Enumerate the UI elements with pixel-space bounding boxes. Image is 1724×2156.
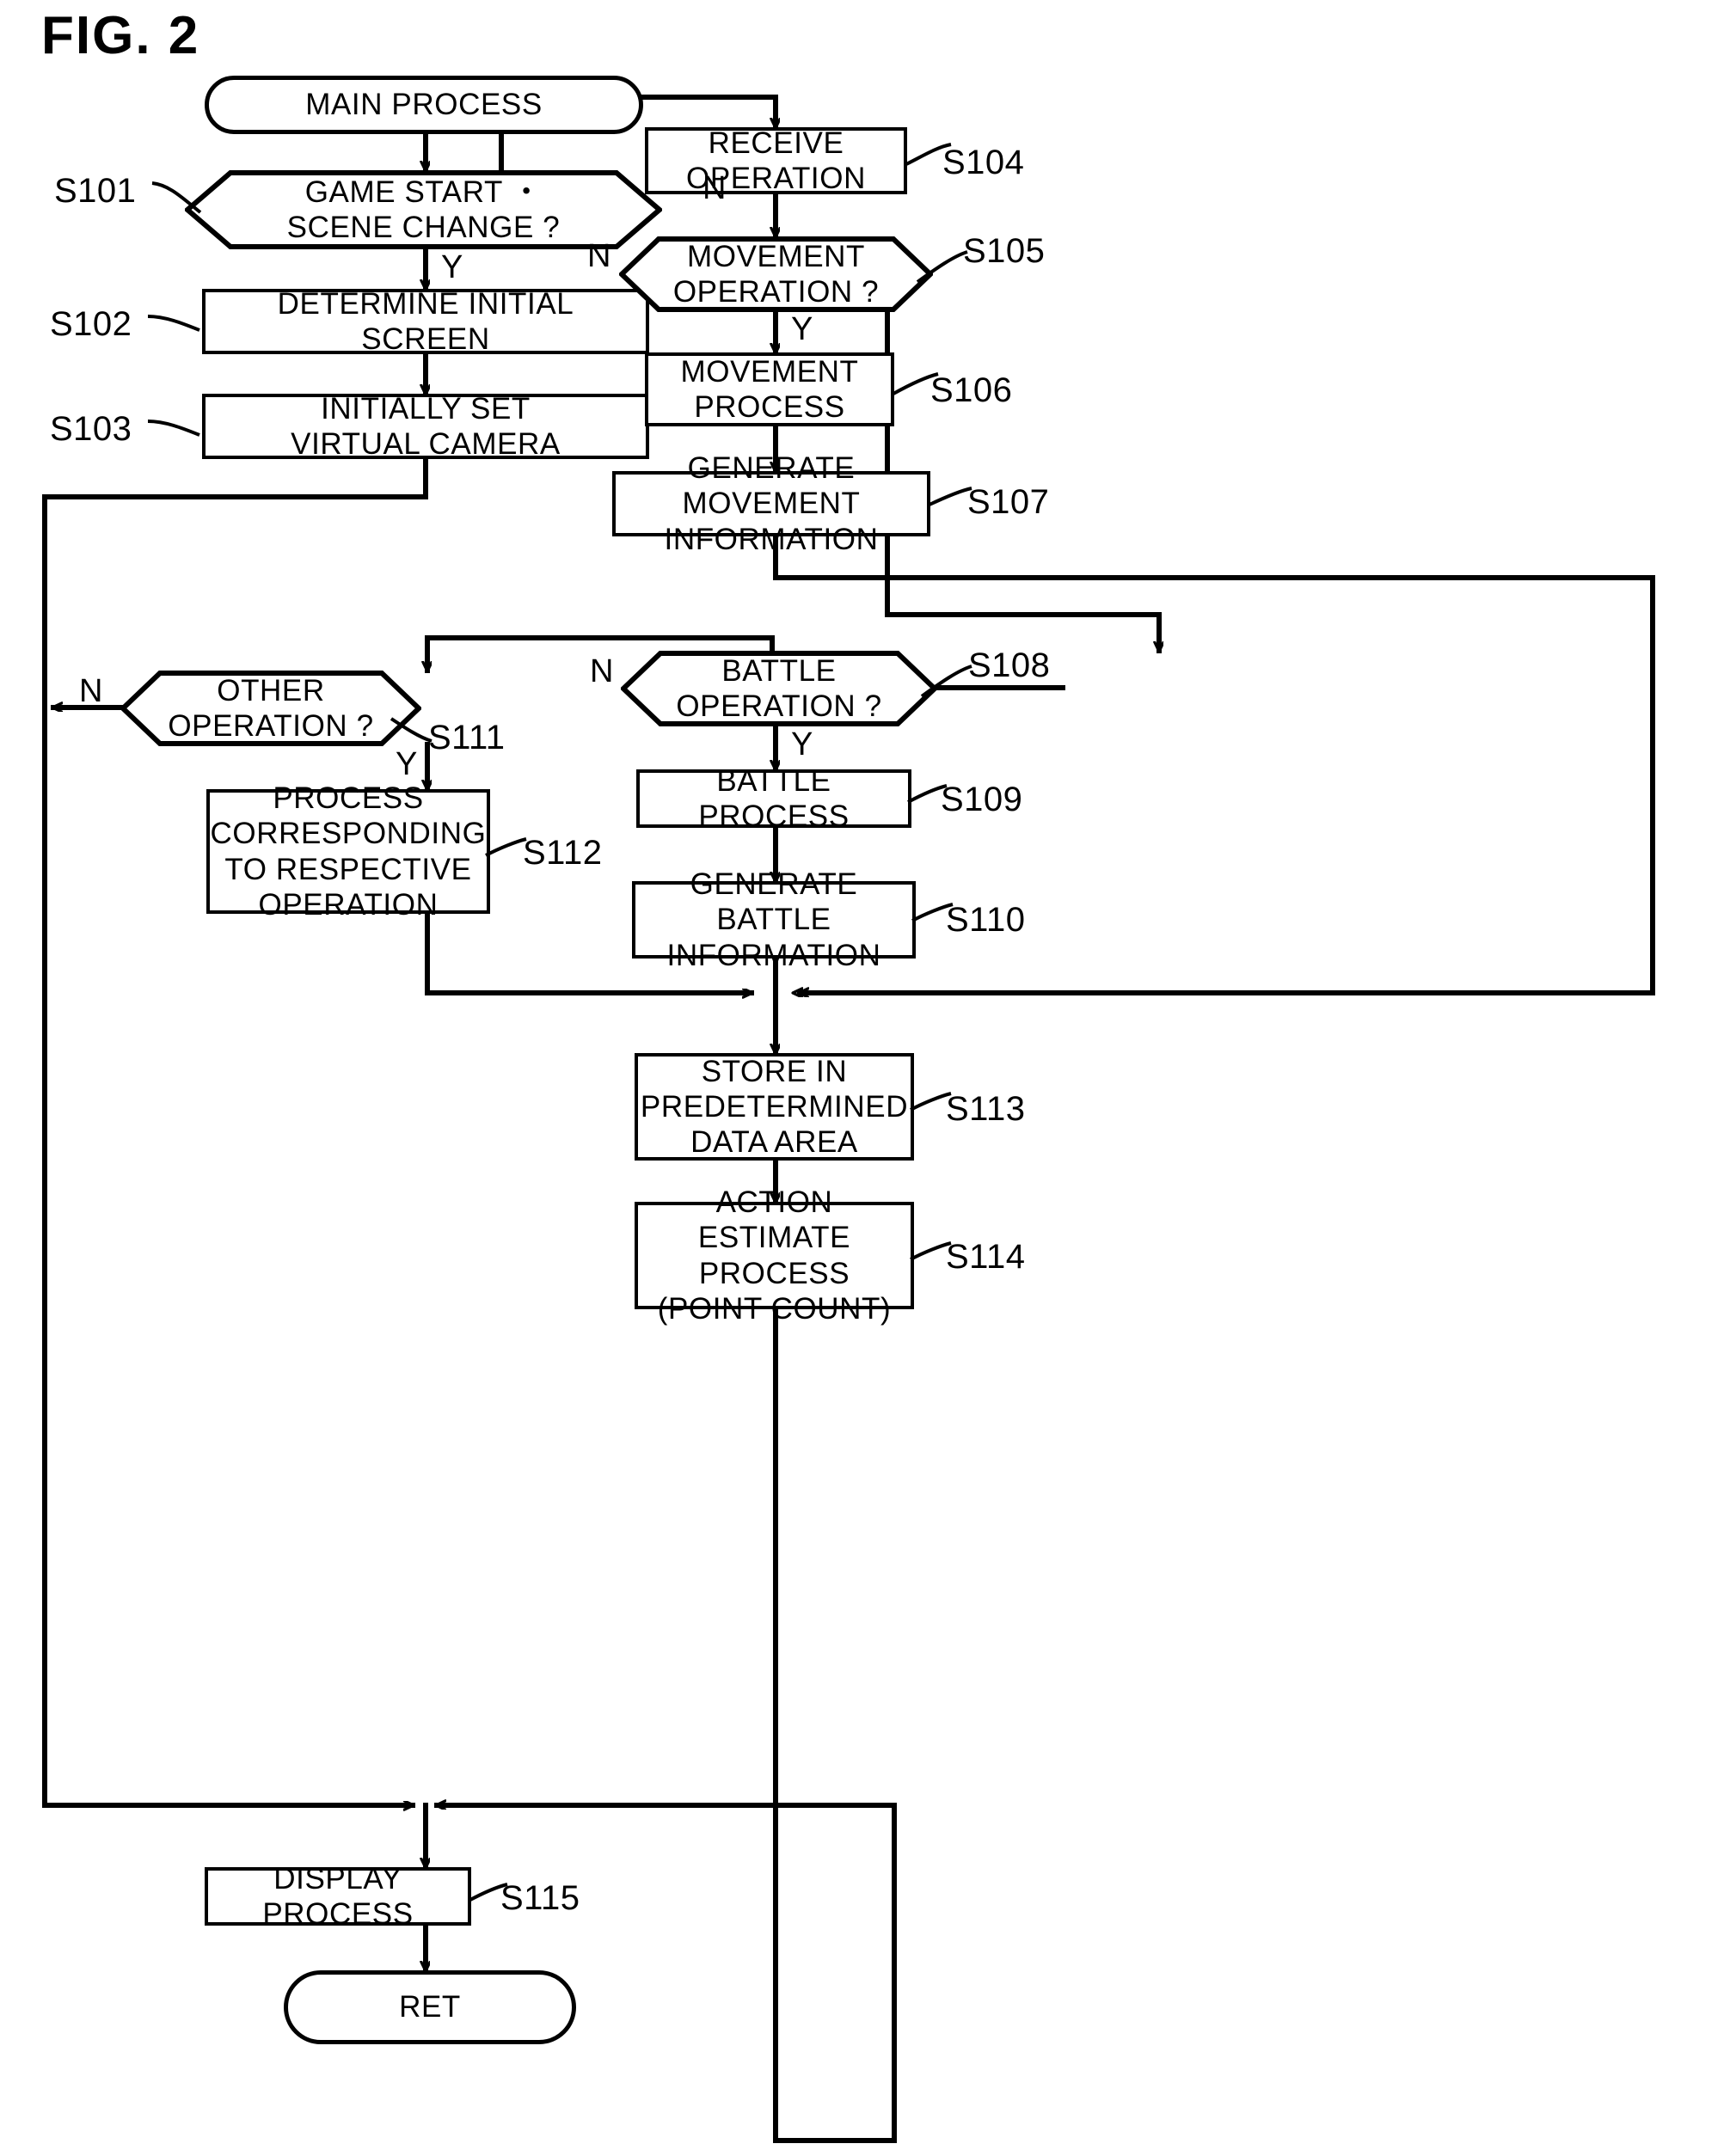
node-s114-label: ACTION ESTIMATE PROCESS (POINT COUNT) (657, 1185, 892, 1326)
node-s115-label: DISPLAY PROCESS (262, 1861, 414, 1931)
step-label-s113: S113 (946, 1090, 1026, 1128)
leader-s112 (485, 837, 527, 857)
node-s111[interactable]: OTHER OPERATION ? (120, 671, 421, 746)
step-label-s108: S108 (968, 646, 1051, 684)
node-s112[interactable]: PROCESS CORRESPONDING TO RESPECTIVE OPER… (206, 781, 490, 922)
node-s106-label: MOVEMENT PROCESS (680, 354, 859, 424)
node-s107[interactable]: GENERATE MOVEMENT INFORMATION (612, 451, 930, 556)
edge-s114-bottom-a (776, 1309, 894, 2141)
node-main-process-label: MAIN PROCESS (305, 88, 543, 122)
leader-s106 (893, 372, 939, 395)
step-label-s115: S115 (500, 1879, 580, 1917)
step-label-s110: S110 (946, 901, 1026, 939)
node-ret[interactable]: RET (284, 1970, 576, 2044)
node-s110-label: GENERATE BATTLE INFORMATION (666, 867, 881, 972)
node-s106[interactable]: MOVEMENT PROCESS (645, 352, 894, 426)
branch-label-s111-y: Y (396, 746, 418, 782)
figure-canvas: FIG. 2 MAIN PROCESS GAME START ・ SCENE C… (0, 0, 1724, 2156)
node-s115[interactable]: DISPLAY PROCESS (205, 1862, 471, 1931)
leader-s108 (920, 665, 972, 698)
step-label-s104: S104 (942, 144, 1025, 181)
node-s105-label: MOVEMENT OPERATION ? (672, 239, 880, 309)
node-s108[interactable]: BATTLE OPERATION ? (621, 651, 937, 726)
step-label-s114: S114 (946, 1238, 1026, 1276)
leader-s103 (147, 420, 200, 437)
node-s109[interactable]: BATTLE PROCESS (636, 764, 911, 833)
step-label-s101: S101 (54, 172, 137, 210)
node-s113[interactable]: STORE IN PREDETERMINED DATA AREA (635, 1053, 914, 1161)
edge-s103-left-spine (42, 456, 428, 1805)
branch-label-s101-y: Y (441, 249, 463, 285)
step-label-s105: S105 (963, 232, 1046, 270)
step-label-s102: S102 (50, 305, 132, 343)
step-label-s106: S106 (930, 371, 1013, 409)
branch-label-s101-n: N (702, 170, 727, 206)
node-s108-label: BATTLE OPERATION ? (676, 653, 882, 723)
leader-s107 (929, 487, 972, 506)
node-s104[interactable]: RECEIVE OPERATION (645, 126, 907, 195)
node-s114[interactable]: ACTION ESTIMATE PROCESS (POINT COUNT) (635, 1185, 914, 1326)
leader-s110 (911, 903, 954, 922)
leader-s114 (910, 1241, 952, 1261)
branch-label-s108-n: N (590, 653, 614, 689)
node-s111-label: OTHER OPERATION ? (168, 673, 374, 743)
step-label-s107: S107 (967, 483, 1050, 521)
leader-s109 (907, 784, 948, 804)
step-label-s112: S112 (523, 834, 603, 872)
node-s103[interactable]: INITIALLY SET VIRTUAL CAMERA (202, 391, 649, 461)
node-main-process[interactable]: MAIN PROCESS (205, 76, 643, 134)
node-s102-label: DETERMINE INITIAL SCREEN (277, 286, 574, 356)
node-s107-label: GENERATE MOVEMENT INFORMATION (664, 451, 879, 556)
branch-label-s108-y: Y (791, 726, 813, 763)
leader-s102 (147, 315, 200, 332)
node-s102[interactable]: DETERMINE INITIAL SCREEN (202, 287, 649, 356)
branch-label-s105-n: N (587, 238, 611, 274)
step-label-s111: S111 (428, 719, 506, 756)
node-s103-label: INITIALLY SET VIRTUAL CAMERA (291, 391, 561, 461)
node-s109-label: BATTLE PROCESS (698, 763, 850, 833)
step-label-s109: S109 (941, 781, 1023, 818)
node-s105[interactable]: MOVEMENT OPERATION ? (619, 236, 933, 312)
node-s113-label: STORE IN PREDETERMINED DATA AREA (640, 1054, 909, 1160)
step-label-s103: S103 (50, 410, 132, 448)
branch-label-s111-n: N (79, 673, 103, 709)
branch-label-s105-y: Y (791, 311, 813, 347)
leader-s105 (916, 250, 968, 284)
leader-s101 (151, 181, 202, 214)
node-s110[interactable]: GENERATE BATTLE INFORMATION (632, 867, 916, 972)
leader-s104 (905, 143, 952, 166)
leader-s115 (468, 1883, 508, 1902)
node-s112-label: PROCESS CORRESPONDING TO RESPECTIVE OPER… (210, 781, 487, 922)
leader-s113 (910, 1092, 952, 1112)
node-ret-label: RET (399, 1990, 461, 2024)
